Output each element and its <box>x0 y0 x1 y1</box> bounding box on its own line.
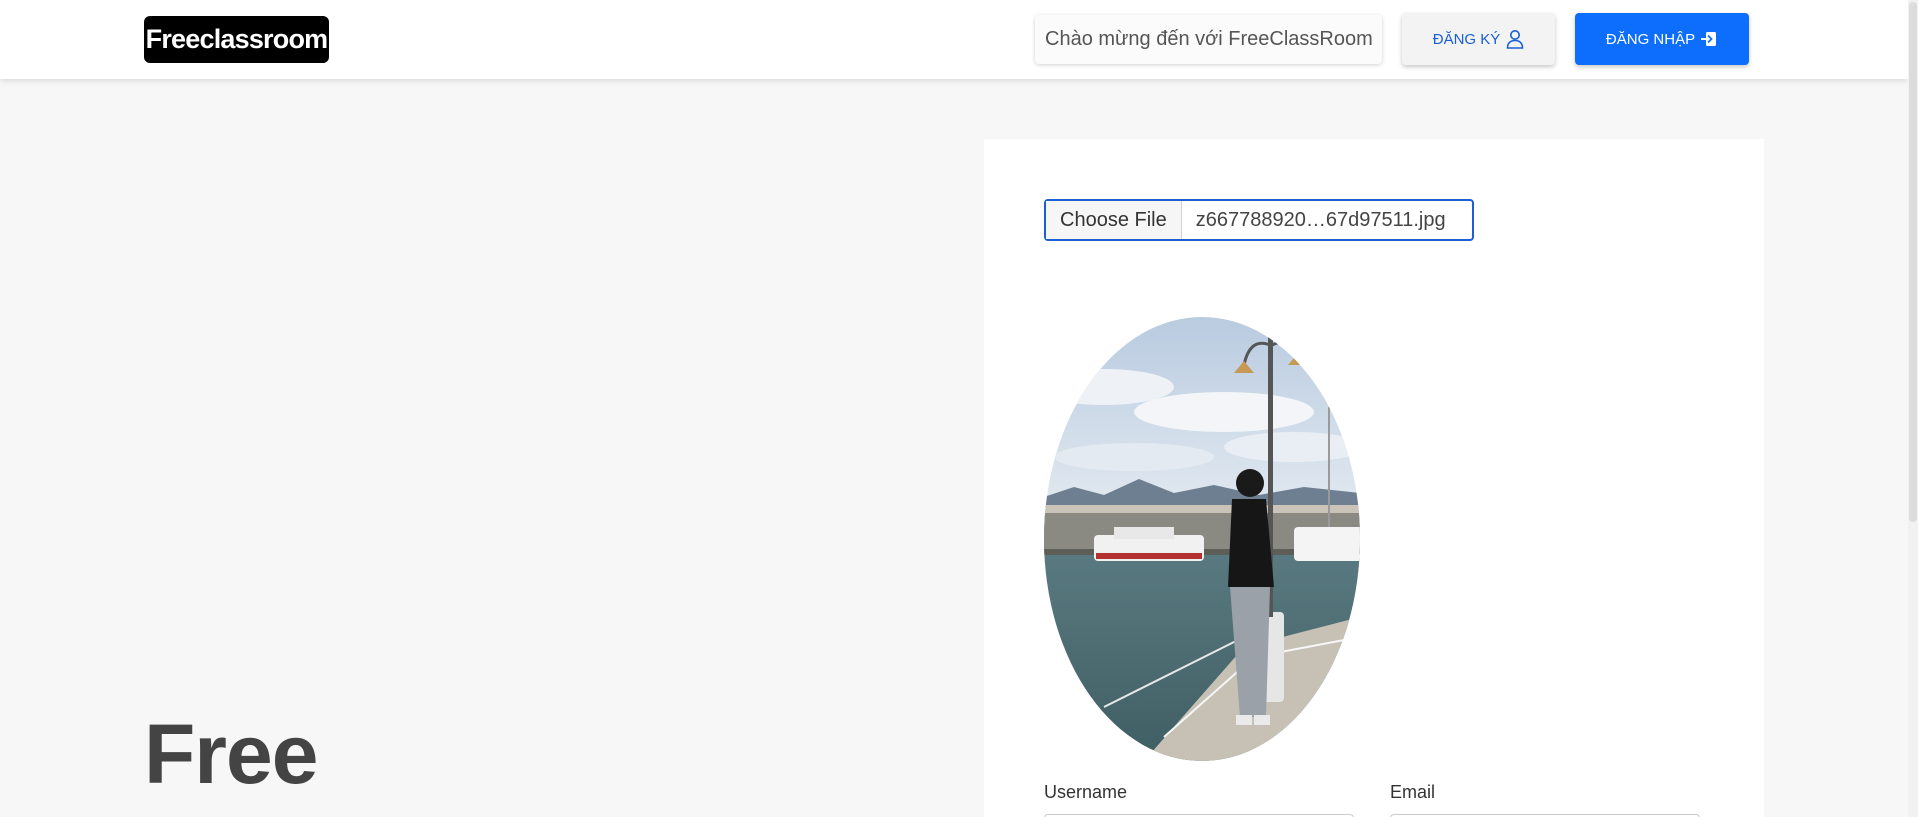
hero-title: Free <box>144 707 318 801</box>
login-button-label: ĐĂNG NHẬP <box>1605 30 1696 48</box>
choose-file-button[interactable]: Choose File <box>1046 201 1182 239</box>
top-navbar: Freeclassroom Chào mừng đến với FreeClas… <box>0 0 1908 79</box>
page-scrollbar[interactable] <box>1908 0 1918 817</box>
profile-form-card: Choose File z667788920…67d97511.jpg User… <box>984 139 1764 817</box>
register-button[interactable]: ĐĂNG KÝ <box>1402 13 1555 65</box>
avatar-file-input[interactable]: Choose File z667788920…67d97511.jpg <box>1044 199 1474 241</box>
login-arrow-icon <box>1701 32 1717 46</box>
scrollbar-thumb[interactable] <box>1909 2 1917 522</box>
login-button[interactable]: ĐĂNG NHẬP <box>1575 13 1749 65</box>
avatar-preview-image <box>1044 317 1360 761</box>
welcome-message: Chào mừng đến với FreeClassRoom <box>1035 15 1382 64</box>
selected-file-name: z667788920…67d97511.jpg <box>1195 208 1446 231</box>
brand-logo[interactable]: Freeclassroom <box>144 16 329 63</box>
email-label: Email <box>1390 782 1436 802</box>
register-button-label: ĐĂNG KÝ <box>1432 30 1501 48</box>
user-icon <box>1506 30 1524 49</box>
username-label: Username <box>1044 782 1128 802</box>
